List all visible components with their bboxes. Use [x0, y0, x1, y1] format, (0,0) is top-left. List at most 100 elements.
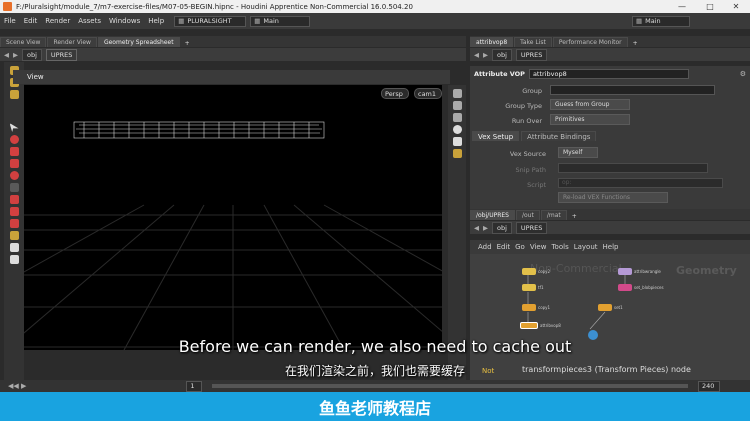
node-tf1[interactable]	[522, 284, 536, 291]
play-controls-icon[interactable]: ◀◀ ▶	[8, 382, 26, 390]
net-path-upres[interactable]: UPRES	[515, 221, 548, 234]
snap-icon[interactable]	[9, 183, 19, 192]
cam1-menu[interactable]: cam1	[414, 88, 442, 99]
vis-icon[interactable]	[452, 149, 462, 158]
vex-source-value: Myself	[563, 149, 583, 156]
vex-source-dropdown[interactable]: Myself	[558, 147, 598, 158]
group-type-label: Group Type	[505, 102, 542, 110]
left-toolbar	[4, 62, 24, 380]
camera-tool-icon[interactable]	[9, 207, 19, 216]
forward-icon[interactable]: ▶	[13, 51, 18, 59]
menu-help[interactable]: Help	[144, 17, 168, 25]
close-button[interactable]: ✕	[722, 0, 750, 13]
minimize-button[interactable]: —	[668, 0, 696, 13]
left-pane-tabs: Scene View Render View Geometry Spreadsh…	[0, 36, 466, 47]
node-attribvop8[interactable]	[520, 322, 538, 329]
node-attribwrangle[interactable]	[618, 268, 632, 275]
lasso-icon[interactable]	[9, 219, 19, 228]
wire-icon[interactable]	[452, 137, 462, 146]
tab-take-list[interactable]: Take List	[514, 37, 552, 47]
script-field[interactable]: op:	[558, 178, 723, 188]
add-network-tab-icon[interactable]: +	[568, 213, 581, 220]
grid-icon: ▦	[178, 17, 185, 25]
left-pathbar: ◀ ▶ obj UPRES	[0, 48, 466, 61]
node-set1-label: set1	[614, 305, 623, 310]
tab-attribute-bindings[interactable]: Attribute Bindings	[521, 131, 597, 141]
scene-viewport[interactable]: Persp cam1	[24, 85, 442, 350]
node-attribvop8-label: attribvop8	[540, 323, 561, 328]
tab-attribvop8[interactable]: attribvop8	[470, 37, 514, 47]
param-forward-icon[interactable]: ▶	[483, 51, 488, 59]
magnet-icon[interactable]	[9, 195, 19, 204]
net-menu-go[interactable]: Go	[515, 243, 525, 251]
path-upres[interactable]: UPRES	[45, 48, 78, 61]
render-region-icon[interactable]	[9, 255, 19, 264]
menu-edit[interactable]: Edit	[20, 17, 42, 25]
timeline[interactable]: ◀◀ ▶ 1 240	[0, 380, 750, 392]
group-type-dropdown[interactable]: Guess from Group	[550, 99, 630, 110]
add-param-tab-icon[interactable]: +	[629, 40, 642, 47]
node-copy1[interactable]	[522, 304, 536, 311]
add-tab-icon[interactable]: +	[181, 40, 194, 47]
path-obj[interactable]: obj	[22, 48, 42, 61]
timeline-scrubber[interactable]	[212, 384, 688, 388]
shelf-set-dropdown[interactable]: ▦ PLURALSIGHT	[174, 15, 247, 27]
desktop-dropdown[interactable]: ▦ Main	[250, 15, 311, 27]
move-icon[interactable]	[9, 135, 19, 144]
maximize-button[interactable]: □	[696, 0, 724, 13]
net-menu-edit[interactable]: Edit	[497, 243, 511, 251]
tab-out[interactable]: /out	[515, 210, 540, 220]
tab-geometry-spreadsheet[interactable]: Geometry Spreadsheet	[97, 37, 180, 47]
node-name-field[interactable]: attribvop8	[528, 69, 689, 79]
net-menu-view[interactable]: View	[530, 243, 547, 251]
net-menu-layout[interactable]: Layout	[574, 243, 598, 251]
menu-assets[interactable]: Assets	[74, 17, 105, 25]
tab-render-view[interactable]: Render View	[47, 37, 97, 47]
end-frame-field[interactable]: 240	[698, 380, 720, 392]
tab-vex-setup[interactable]: Vex Setup	[472, 131, 520, 141]
net-path-obj[interactable]: obj	[492, 221, 512, 234]
net-menu-add[interactable]: Add	[478, 243, 492, 251]
snippet-field[interactable]	[558, 163, 708, 173]
net-menu-tools[interactable]: Tools	[551, 243, 568, 251]
menu-file[interactable]: File	[0, 17, 20, 25]
menu-windows[interactable]: Windows	[105, 17, 144, 25]
ghost-icon[interactable]	[452, 113, 462, 122]
eye-icon[interactable]	[9, 243, 19, 252]
reload-vex-button[interactable]: Re-load VEX Functions	[558, 192, 668, 203]
pose-tool-icon[interactable]	[9, 90, 19, 99]
node-set-blobpieces[interactable]	[618, 284, 632, 291]
net-menu-help[interactable]: Help	[603, 243, 619, 251]
tab-scene-view[interactable]: Scene View	[0, 37, 47, 47]
right-desktop-dropdown[interactable]: ▦ Main	[632, 15, 690, 27]
tab-obj-upres[interactable]: /obj/UPRES	[470, 210, 515, 220]
param-path-upres[interactable]: UPRES	[515, 48, 548, 61]
param-back-icon[interactable]: ◀	[474, 51, 479, 59]
menu-render[interactable]: Render	[41, 17, 74, 25]
display-option-icon[interactable]	[452, 89, 462, 98]
brush-icon[interactable]	[9, 171, 19, 180]
tab-mat[interactable]: /mat	[540, 210, 567, 220]
node-copy2[interactable]	[522, 268, 536, 275]
settings-gear-icon[interactable]: ⚙	[740, 70, 746, 78]
network-menubar: Add Edit Go View Tools Layout Help	[470, 240, 750, 254]
current-frame-field[interactable]: 1	[186, 380, 203, 392]
group-field[interactable]	[550, 85, 715, 95]
net-forward-icon[interactable]: ▶	[483, 224, 488, 232]
rotate-icon[interactable]	[9, 147, 19, 156]
pointer-icon[interactable]	[9, 123, 19, 132]
node-tf1-label: tf1	[538, 285, 544, 290]
scale-icon[interactable]	[9, 159, 19, 168]
node-copy1-label: copy1	[538, 305, 551, 310]
display-icon[interactable]	[9, 231, 19, 240]
param-path-obj[interactable]: obj	[492, 48, 512, 61]
node-set1[interactable]	[598, 304, 612, 311]
persp-camera-menu[interactable]: Persp	[381, 88, 409, 99]
net-back-icon[interactable]: ◀	[474, 224, 479, 232]
run-over-dropdown[interactable]: Primitives	[550, 114, 630, 125]
lighting-icon[interactable]	[452, 101, 462, 110]
tab-performance-monitor[interactable]: Performance Monitor	[552, 37, 628, 47]
node-attribwrangle-label: attribwrangle	[634, 269, 661, 274]
back-icon[interactable]: ◀	[4, 51, 9, 59]
shading-icon[interactable]	[452, 125, 462, 134]
